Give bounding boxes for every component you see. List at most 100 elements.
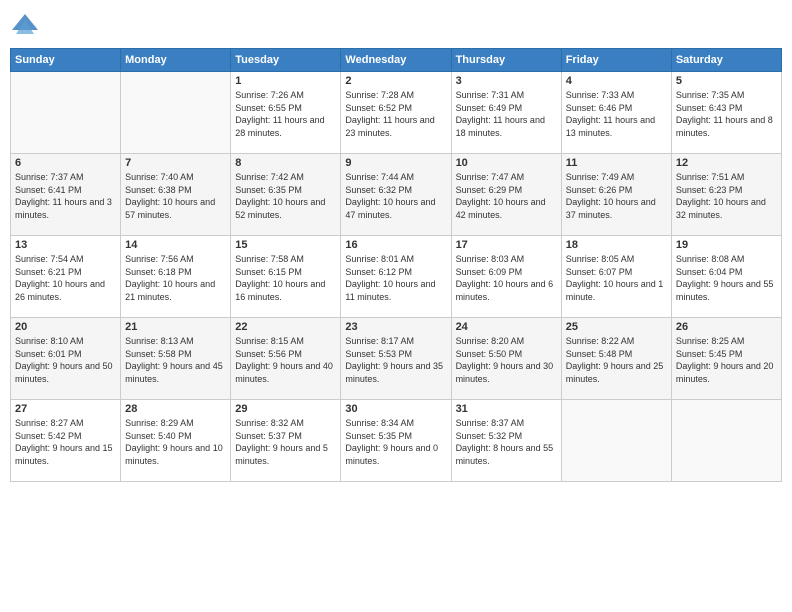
day-number: 3: [456, 75, 557, 87]
day-number: 1: [235, 75, 336, 87]
calendar-cell: 23 Sunrise: 8:17 AMSunset: 5:53 PMDayligh…: [341, 318, 451, 400]
calendar-cell: 28 Sunrise: 8:29 AMSunset: 5:40 PMDayligh…: [121, 400, 231, 482]
day-info: Sunrise: 7:40 AMSunset: 6:38 PMDaylight:…: [125, 171, 226, 221]
day-number: 15: [235, 239, 336, 251]
calendar-cell: 20 Sunrise: 8:10 AMSunset: 6:01 PMDayligh…: [11, 318, 121, 400]
page: SundayMondayTuesdayWednesdayThursdayFrid…: [0, 0, 792, 612]
calendar-cell: 29 Sunrise: 8:32 AMSunset: 5:37 PMDayligh…: [231, 400, 341, 482]
day-number: 10: [456, 157, 557, 169]
day-number: 17: [456, 239, 557, 251]
calendar-cell: 25 Sunrise: 8:22 AMSunset: 5:48 PMDayligh…: [561, 318, 671, 400]
day-header-saturday: Saturday: [671, 49, 781, 72]
calendar-cell: 18Sunrise: 8:05 AMSunset: 6:07 PMDayligh…: [561, 236, 671, 318]
calendar-cell: 19Sunrise: 8:08 AMSunset: 6:04 PMDayligh…: [671, 236, 781, 318]
calendar-cell: 3 Sunrise: 7:31 AMSunset: 6:49 PMDaylight…: [451, 72, 561, 154]
day-number: 31: [456, 403, 557, 415]
calendar-cell: 10 Sunrise: 7:47 AMSunset: 6:29 PMDayligh…: [451, 154, 561, 236]
calendar-cell: [561, 400, 671, 482]
day-info: Sunrise: 8:29 AMSunset: 5:40 PMDaylight:…: [125, 417, 226, 467]
calendar-cell: 6Sunrise: 7:37 AMSunset: 6:41 PMDaylight…: [11, 154, 121, 236]
day-number: 14: [125, 239, 226, 251]
day-info: Sunrise: 8:05 AMSunset: 6:07 PMDaylight:…: [566, 253, 667, 303]
calendar-cell: 2Sunrise: 7:28 AMSunset: 6:52 PMDaylight…: [341, 72, 451, 154]
day-number: 25: [566, 321, 667, 333]
day-number: 21: [125, 321, 226, 333]
day-number: 30: [345, 403, 446, 415]
day-number: 5: [676, 75, 777, 87]
day-header-thursday: Thursday: [451, 49, 561, 72]
week-row-3: 13Sunrise: 7:54 AMSunset: 6:21 PMDayligh…: [11, 236, 782, 318]
day-info: Sunrise: 7:33 AMSunset: 6:46 PMDaylight:…: [566, 89, 667, 139]
calendar-cell: 8Sunrise: 7:42 AMSunset: 6:35 PMDaylight…: [231, 154, 341, 236]
calendar-cell: [121, 72, 231, 154]
day-info: Sunrise: 8:22 AMSunset: 5:48 PMDaylight:…: [566, 335, 667, 385]
day-info: Sunrise: 7:35 AMSunset: 6:43 PMDaylight:…: [676, 89, 777, 139]
day-info: Sunrise: 7:26 AMSunset: 6:55 PMDaylight:…: [235, 89, 336, 139]
calendar-cell: [11, 72, 121, 154]
day-info: Sunrise: 7:51 AMSunset: 6:23 PMDaylight:…: [676, 171, 777, 221]
calendar-cell: 13Sunrise: 7:54 AMSunset: 6:21 PMDayligh…: [11, 236, 121, 318]
calendar-cell: 21 Sunrise: 8:13 AMSunset: 5:58 PMDayligh…: [121, 318, 231, 400]
day-info: Sunrise: 8:13 AMSunset: 5:58 PMDaylight:…: [125, 335, 226, 385]
calendar-cell: 1 Sunrise: 7:26 AMSunset: 6:55 PMDaylight…: [231, 72, 341, 154]
calendar-cell: 14 Sunrise: 7:56 AMSunset: 6:18 PMDayligh…: [121, 236, 231, 318]
calendar-cell: 15 Sunrise: 7:58 AMSunset: 6:15 PMDayligh…: [231, 236, 341, 318]
logo: [10, 10, 44, 40]
header-row: SundayMondayTuesdayWednesdayThursdayFrid…: [11, 49, 782, 72]
day-info: Sunrise: 8:27 AMSunset: 5:42 PMDaylight:…: [15, 417, 116, 467]
calendar-cell: 7 Sunrise: 7:40 AMSunset: 6:38 PMDaylight…: [121, 154, 231, 236]
day-number: 6: [15, 157, 116, 169]
day-info: Sunrise: 7:31 AMSunset: 6:49 PMDaylight:…: [456, 89, 557, 139]
header: [10, 10, 782, 40]
day-info: Sunrise: 8:37 AMSunset: 5:32 PMDaylight:…: [456, 417, 557, 467]
day-header-tuesday: Tuesday: [231, 49, 341, 72]
calendar-cell: 27 Sunrise: 8:27 AMSunset: 5:42 PMDayligh…: [11, 400, 121, 482]
calendar-cell: [671, 400, 781, 482]
week-row-4: 20 Sunrise: 8:10 AMSunset: 6:01 PMDayligh…: [11, 318, 782, 400]
day-number: 20: [15, 321, 116, 333]
day-info: Sunrise: 8:17 AMSunset: 5:53 PMDaylight:…: [345, 335, 446, 385]
day-info: Sunrise: 8:34 AMSunset: 5:35 PMDaylight:…: [345, 417, 446, 467]
calendar-cell: 9Sunrise: 7:44 AMSunset: 6:32 PMDaylight…: [341, 154, 451, 236]
calendar-table: SundayMondayTuesdayWednesdayThursdayFrid…: [10, 48, 782, 482]
week-row-5: 27 Sunrise: 8:27 AMSunset: 5:42 PMDayligh…: [11, 400, 782, 482]
day-info: Sunrise: 8:32 AMSunset: 5:37 PMDaylight:…: [235, 417, 336, 467]
calendar-cell: 4 Sunrise: 7:33 AMSunset: 6:46 PMDaylight…: [561, 72, 671, 154]
calendar-cell: 31 Sunrise: 8:37 AMSunset: 5:32 PMDayligh…: [451, 400, 561, 482]
day-header-wednesday: Wednesday: [341, 49, 451, 72]
day-number: 23: [345, 321, 446, 333]
day-info: Sunrise: 8:01 AMSunset: 6:12 PMDaylight:…: [345, 253, 446, 303]
day-number: 28: [125, 403, 226, 415]
day-info: Sunrise: 7:49 AMSunset: 6:26 PMDaylight:…: [566, 171, 667, 221]
day-info: Sunrise: 7:58 AMSunset: 6:15 PMDaylight:…: [235, 253, 336, 303]
day-number: 22: [235, 321, 336, 333]
calendar-cell: 17 Sunrise: 8:03 AMSunset: 6:09 PMDayligh…: [451, 236, 561, 318]
day-info: Sunrise: 8:03 AMSunset: 6:09 PMDaylight:…: [456, 253, 557, 303]
day-number: 29: [235, 403, 336, 415]
calendar-cell: 5 Sunrise: 7:35 AMSunset: 6:43 PMDaylight…: [671, 72, 781, 154]
day-number: 9: [345, 157, 446, 169]
day-number: 24: [456, 321, 557, 333]
day-number: 7: [125, 157, 226, 169]
calendar-cell: 30 Sunrise: 8:34 AMSunset: 5:35 PMDayligh…: [341, 400, 451, 482]
day-number: 19: [676, 239, 777, 251]
day-info: Sunrise: 7:42 AMSunset: 6:35 PMDaylight:…: [235, 171, 336, 221]
day-info: Sunrise: 8:25 AMSunset: 5:45 PMDaylight:…: [676, 335, 777, 385]
day-info: Sunrise: 7:47 AMSunset: 6:29 PMDaylight:…: [456, 171, 557, 221]
day-number: 16: [345, 239, 446, 251]
day-number: 26: [676, 321, 777, 333]
day-info: Sunrise: 8:10 AMSunset: 6:01 PMDaylight:…: [15, 335, 116, 385]
day-header-friday: Friday: [561, 49, 671, 72]
logo-icon: [10, 10, 40, 40]
calendar-cell: 11Sunrise: 7:49 AMSunset: 6:26 PMDayligh…: [561, 154, 671, 236]
day-number: 4: [566, 75, 667, 87]
day-number: 27: [15, 403, 116, 415]
day-header-monday: Monday: [121, 49, 231, 72]
calendar-cell: 22Sunrise: 8:15 AMSunset: 5:56 PMDayligh…: [231, 318, 341, 400]
day-info: Sunrise: 7:56 AMSunset: 6:18 PMDaylight:…: [125, 253, 226, 303]
day-header-sunday: Sunday: [11, 49, 121, 72]
week-row-1: 1 Sunrise: 7:26 AMSunset: 6:55 PMDaylight…: [11, 72, 782, 154]
day-info: Sunrise: 8:20 AMSunset: 5:50 PMDaylight:…: [456, 335, 557, 385]
calendar-cell: 26 Sunrise: 8:25 AMSunset: 5:45 PMDayligh…: [671, 318, 781, 400]
day-number: 2: [345, 75, 446, 87]
